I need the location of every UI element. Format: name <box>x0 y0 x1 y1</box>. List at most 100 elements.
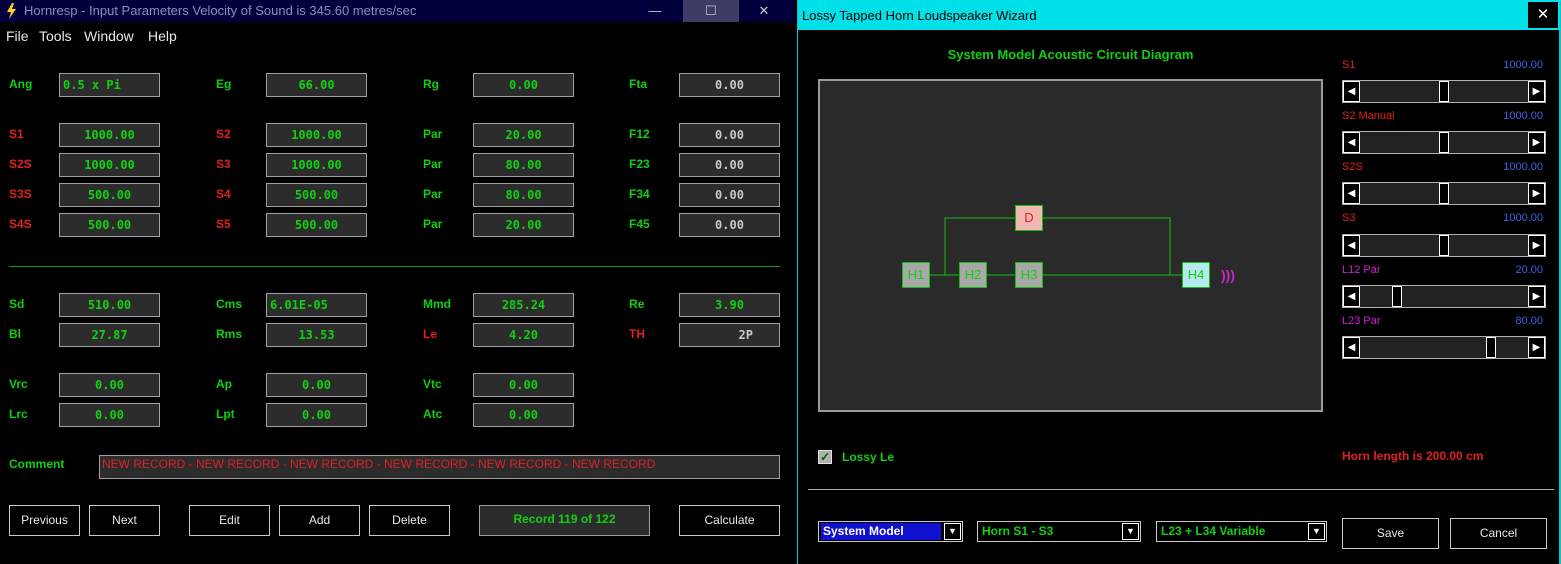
param-field-f45[interactable]: 0.00 <box>679 213 780 237</box>
param-field-s2[interactable]: 1000.00 <box>266 123 367 147</box>
wizard-title-bar: Lossy Tapped Horn Loudspeaker Wizard ✕ <box>798 0 1560 30</box>
scroll-left-icon[interactable]: ◀ <box>1343 337 1360 358</box>
system-model-select[interactable]: System Model ▼ <box>818 521 963 542</box>
param-field-f23[interactable]: 0.00 <box>679 153 780 177</box>
horn-length-text: Horn length is 200.00 cm <box>1342 449 1484 463</box>
slider-thumb[interactable] <box>1439 81 1449 102</box>
slider-value-s2s: 1000.00 <box>1503 161 1543 173</box>
param-field-s1[interactable]: 1000.00 <box>59 123 160 147</box>
scroll-left-icon[interactable]: ◀ <box>1343 132 1360 153</box>
slider-thumb[interactable] <box>1391 286 1402 307</box>
param-field-s4s[interactable]: 500.00 <box>59 213 160 237</box>
param-field-rg[interactable]: 0.00 <box>473 73 574 97</box>
node-h3: H3 <box>1015 262 1043 288</box>
param-field-ang[interactable]: 0.5 x Pi <box>59 73 160 97</box>
scroll-left-icon[interactable]: ◀ <box>1343 235 1360 256</box>
slider-s2[interactable]: ◀ ▶ <box>1342 131 1546 154</box>
param-field-s3s[interactable]: 500.00 <box>59 183 160 207</box>
calculate-button[interactable]: Calculate <box>679 505 780 536</box>
horn-select[interactable]: Horn S1 - S3 ▼ <box>977 521 1141 542</box>
horn-value: Horn S1 - S3 <box>982 524 1054 538</box>
lossy-le-checkbox[interactable]: ✓ <box>818 450 832 464</box>
slider-thumb[interactable] <box>1439 235 1449 256</box>
slider-s3[interactable]: ◀ ▶ <box>1342 234 1546 257</box>
scroll-left-icon[interactable]: ◀ <box>1343 286 1360 307</box>
param-field-th[interactable]: 2P <box>679 323 780 347</box>
param-field-s2s[interactable]: 1000.00 <box>59 153 160 177</box>
scroll-right-icon[interactable]: ▶ <box>1528 81 1545 102</box>
edit-button[interactable]: Edit <box>189 505 270 536</box>
slider-value-s3: 1000.00 <box>1503 212 1543 224</box>
slider-l23[interactable]: ◀ ▶ <box>1342 336 1546 359</box>
param-field-ap[interactable]: 0.00 <box>266 373 367 397</box>
previous-button[interactable]: Previous <box>9 505 80 536</box>
close-button[interactable]: ✕ <box>741 0 787 22</box>
param-field-atc[interactable]: 0.00 <box>473 403 574 427</box>
variable-select[interactable]: L23 + L34 Variable ▼ <box>1156 521 1327 542</box>
cancel-button[interactable]: Cancel <box>1450 518 1547 549</box>
param-label-s1: S1 <box>9 127 24 141</box>
scroll-right-icon[interactable]: ▶ <box>1528 235 1545 256</box>
param-field-par-34[interactable]: 80.00 <box>473 183 574 207</box>
chevron-down-icon[interactable]: ▼ <box>1122 523 1139 540</box>
menu-help[interactable]: Help <box>148 28 177 44</box>
param-label-lrc: Lrc <box>9 407 28 421</box>
param-field-le[interactable]: 4.20 <box>473 323 574 347</box>
param-field-lrc[interactable]: 0.00 <box>59 403 160 427</box>
param-label-s3: S3 <box>216 157 231 171</box>
maximize-button[interactable]: ☐ <box>683 0 739 22</box>
param-field-s3[interactable]: 1000.00 <box>266 153 367 177</box>
param-label-sd: Sd <box>9 297 25 311</box>
scroll-right-icon[interactable]: ▶ <box>1528 183 1545 204</box>
slider-thumb[interactable] <box>1439 132 1449 153</box>
param-field-par-12[interactable]: 20.00 <box>473 123 574 147</box>
param-label-atc: Atc <box>423 407 443 421</box>
scroll-left-icon[interactable]: ◀ <box>1343 183 1360 204</box>
param-field-f34[interactable]: 0.00 <box>679 183 780 207</box>
add-button[interactable]: Add <box>279 505 360 536</box>
param-field-vrc[interactable]: 0.00 <box>59 373 160 397</box>
chevron-down-icon[interactable]: ▼ <box>1308 523 1325 540</box>
slider-l12[interactable]: ◀ ▶ <box>1342 285 1546 308</box>
slider-thumb[interactable] <box>1486 337 1497 358</box>
save-button[interactable]: Save <box>1342 518 1439 549</box>
param-field-mmd[interactable]: 285.24 <box>473 293 574 317</box>
param-field-s4[interactable]: 500.00 <box>266 183 367 207</box>
scroll-right-icon[interactable]: ▶ <box>1528 337 1545 358</box>
param-field-bl[interactable]: 27.87 <box>59 323 160 347</box>
param-field-cms[interactable]: 6.01E-05 <box>266 293 367 317</box>
menu-tools[interactable]: Tools <box>39 28 72 44</box>
param-field-re[interactable]: 3.90 <box>679 293 780 317</box>
param-field-sd[interactable]: 510.00 <box>59 293 160 317</box>
minimize-button[interactable]: — <box>632 0 678 22</box>
scroll-left-icon[interactable]: ◀ <box>1343 81 1360 102</box>
slider-s2s[interactable]: ◀ ▶ <box>1342 182 1546 205</box>
param-field-par-45[interactable]: 20.00 <box>473 213 574 237</box>
next-button[interactable]: Next <box>89 505 160 536</box>
slider-thumb[interactable] <box>1439 183 1449 204</box>
chevron-down-icon[interactable]: ▼ <box>944 523 961 540</box>
param-label-ang: Ang <box>9 77 33 91</box>
wizard-close-button[interactable]: ✕ <box>1528 2 1558 28</box>
param-field-lpt[interactable]: 0.00 <box>266 403 367 427</box>
menu-file[interactable]: File <box>6 28 29 44</box>
scroll-right-icon[interactable]: ▶ <box>1528 132 1545 153</box>
param-field-vtc[interactable]: 0.00 <box>473 373 574 397</box>
param-field-f12[interactable]: 0.00 <box>679 123 780 147</box>
param-label-vtc: Vtc <box>423 377 442 391</box>
param-field-eg[interactable]: 66.00 <box>266 73 367 97</box>
comment-field[interactable]: NEW RECORD - NEW RECORD - NEW RECORD - N… <box>99 455 780 479</box>
param-field-rms[interactable]: 13.53 <box>266 323 367 347</box>
slider-label-s1: S1 <box>1342 59 1356 71</box>
slider-s1[interactable]: ◀ ▶ <box>1342 80 1546 103</box>
param-field-s5[interactable]: 500.00 <box>266 213 367 237</box>
record-indicator: Record 119 of 122 <box>479 505 650 536</box>
delete-button[interactable]: Delete <box>369 505 450 536</box>
param-label-vrc: Vrc <box>9 377 28 391</box>
param-field-par-23[interactable]: 80.00 <box>473 153 574 177</box>
scroll-right-icon[interactable]: ▶ <box>1528 286 1545 307</box>
param-label-s4s: S4S <box>9 217 32 231</box>
acoustic-circuit-diagram: D H1 H2 H3 H4 ))) <box>818 79 1323 412</box>
menu-window[interactable]: Window <box>84 28 134 44</box>
param-field-fta[interactable]: 0.00 <box>679 73 780 97</box>
